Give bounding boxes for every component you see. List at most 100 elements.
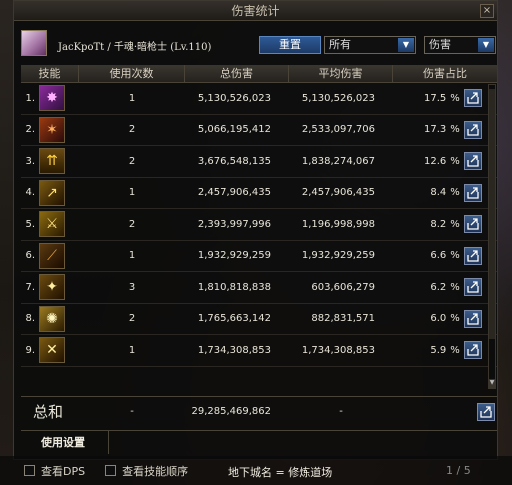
check-dps-label: 查看DPS (41, 464, 86, 478)
check-dps-checkbox[interactable] (24, 465, 35, 476)
bottom-bar: 查看DPS 查看技能顺序 地下城名 = 修炼道场 1 / 5 (0, 456, 512, 485)
damage-share-value: 17.3 (423, 124, 447, 136)
damage-share-cell: 12.6 % (393, 146, 497, 177)
avg-damage-cell: 2,457,906,435 (301, 187, 375, 199)
check-skill-order-checkbox[interactable] (105, 465, 117, 476)
total-damage-cell: 1,765,663,142 (197, 313, 271, 325)
total-damage-cell: 5,066,195,412 (197, 124, 271, 136)
uses-cell: 1 (128, 92, 136, 104)
scroll-down-icon[interactable]: ▼ (488, 379, 496, 389)
row-index: 6. (25, 250, 35, 262)
header-skill[interactable]: 技能 (21, 65, 79, 82)
row-export-button[interactable] (463, 215, 482, 234)
settings-tab[interactable]: 使用设置 (21, 431, 109, 454)
skill-cell: 6. ⟋ (21, 241, 79, 272)
skill-cell: 1. ✸ (21, 83, 79, 114)
header-avg-damage[interactable]: 平均伤害 (289, 65, 393, 82)
percent-sign: % (450, 187, 460, 199)
row-index: 3. (25, 155, 35, 167)
total-damage-cell: 1,932,929,259 (197, 250, 271, 262)
settings-bar: 使用设置 (21, 430, 497, 454)
avg-damage-cell: 1,838,274,067 (301, 155, 375, 167)
table-row[interactable]: 7. ✦ 3 1,810,818,838 603,606,279 6.2 % (21, 272, 497, 304)
total-damage: 29,285,469,862 (191, 406, 271, 417)
skill-cell: 7. ✦ (21, 272, 79, 303)
row-export-button[interactable] (463, 278, 482, 297)
star-burst-skill-icon: ✦ (39, 274, 65, 301)
uses-cell: 1 (128, 250, 136, 262)
purple-flame-skill-icon: ✸ (39, 85, 65, 112)
row-export-button[interactable] (463, 341, 482, 360)
total-damage-cell: 1,734,308,853 (197, 344, 271, 356)
row-index: 7. (25, 281, 35, 293)
metric-dropdown-value: 伤害 (429, 38, 451, 51)
export-icon (467, 250, 479, 262)
avg-damage-cell: 1,734,308,853 (301, 344, 375, 356)
skill-cell: 9. ✕ (21, 335, 79, 366)
scope-dropdown[interactable]: 所有 ▼ (324, 36, 416, 54)
scroll-thumb[interactable] (489, 89, 495, 339)
row-export-button[interactable] (463, 152, 482, 171)
row-index: 8. (25, 313, 35, 325)
table-body: 1. ✸ 1 5,130,526,023 5,130,526,023 17.5 … (21, 83, 497, 367)
total-label: 总和 (33, 403, 64, 421)
avg-damage-cell: 1,196,998,998 (301, 218, 375, 230)
damage-share-value: 6.2 (430, 281, 447, 293)
header-total-damage[interactable]: 总伤害 (185, 65, 289, 82)
table-row[interactable]: 4. ↗ 1 2,457,906,435 2,457,906,435 8.4 % (21, 178, 497, 209)
close-button[interactable]: × (480, 4, 494, 18)
damage-share-value: 8.4 (430, 187, 447, 199)
row-index: 1. (25, 92, 35, 104)
window-title: 伤害统计 (231, 4, 280, 18)
window-titlebar[interactable]: 伤害统计 × (14, 1, 497, 21)
row-export-button[interactable] (463, 89, 482, 108)
metric-dropdown[interactable]: 伤害 ▼ (424, 36, 496, 54)
avg-damage-cell: 603,606,279 (311, 281, 375, 293)
chevron-down-icon: ▼ (478, 38, 494, 52)
reset-button[interactable]: 重置 (259, 36, 321, 54)
damage-share-cell: 6.6 % (393, 241, 497, 272)
table-row[interactable]: 5. ⚔ 2 2,393,997,996 1,196,998,998 8.2 % (21, 209, 497, 241)
total-row: 总和 - 29,285,469,862 - (21, 396, 497, 426)
table-row[interactable]: 2. ✶ 2 5,066,195,412 2,533,097,706 17.3 … (21, 115, 497, 146)
damage-share-value: 6.0 (430, 313, 447, 325)
row-export-button[interactable] (463, 183, 482, 202)
row-index: 4. (25, 187, 35, 199)
uses-cell: 1 (128, 187, 136, 199)
table-row[interactable]: 8. ✺ 2 1,765,663,142 882,831,571 6.0 % (21, 304, 497, 335)
table-header: 技能 使用次数 总伤害 平均伤害 伤害占比 (21, 65, 497, 83)
character-header: JacKpoTt / 千魂·暗枪士 (Lv.110) 重置 所有 ▼ 伤害 ▼ (14, 21, 497, 61)
table-scrollbar[interactable]: ▼ (488, 84, 496, 389)
damage-share-cell: 17.3 % (393, 115, 497, 146)
uses-cell: 3 (128, 281, 136, 293)
row-export-button[interactable] (463, 309, 482, 328)
export-icon (467, 124, 479, 136)
skill-cell: 4. ↗ (21, 178, 79, 209)
table-row[interactable]: 9. ✕ 1 1,734,308,853 1,734,308,853 5.9 % (21, 335, 497, 367)
damage-table: 技能 使用次数 总伤害 平均伤害 伤害占比 1. ✸ 1 5,130,526,0… (21, 65, 497, 367)
export-icon (467, 92, 479, 104)
dark-lance-skill-icon: ⟋ (39, 242, 65, 269)
table-row[interactable]: 3. ⇈ 2 3,676,548,135 1,838,274,067 12.6 … (21, 146, 497, 178)
percent-sign: % (450, 281, 460, 293)
header-damage-share[interactable]: 伤害占比 (393, 65, 497, 82)
header-uses[interactable]: 使用次数 (79, 65, 185, 82)
skill-cell: 5. ⚔ (21, 209, 79, 240)
uses-cell: 2 (128, 124, 136, 136)
row-export-button[interactable] (463, 120, 482, 139)
table-row[interactable]: 6. ⟋ 1 1,932,929,259 1,932,929,259 6.6 % (21, 241, 497, 272)
table-row[interactable]: 1. ✸ 1 5,130,526,023 5,130,526,023 17.5 … (21, 83, 497, 115)
damage-share-value: 6.6 (430, 250, 447, 262)
total-damage-cell: 2,393,997,996 (197, 218, 271, 230)
row-index: 5. (25, 218, 35, 230)
damage-share-cell: 6.2 % (393, 272, 497, 303)
total-avg: - (339, 406, 343, 417)
total-uses: - (130, 406, 134, 417)
row-index: 9. (25, 344, 35, 356)
total-damage-cell: 3,676,548,135 (197, 155, 271, 167)
row-export-button[interactable] (463, 246, 482, 265)
avg-damage-cell: 1,932,929,259 (301, 250, 375, 262)
total-export-button[interactable] (477, 402, 495, 421)
spear-thrust-skill-icon: ↗ (39, 179, 65, 206)
damage-share-cell: 6.0 % (393, 304, 497, 335)
